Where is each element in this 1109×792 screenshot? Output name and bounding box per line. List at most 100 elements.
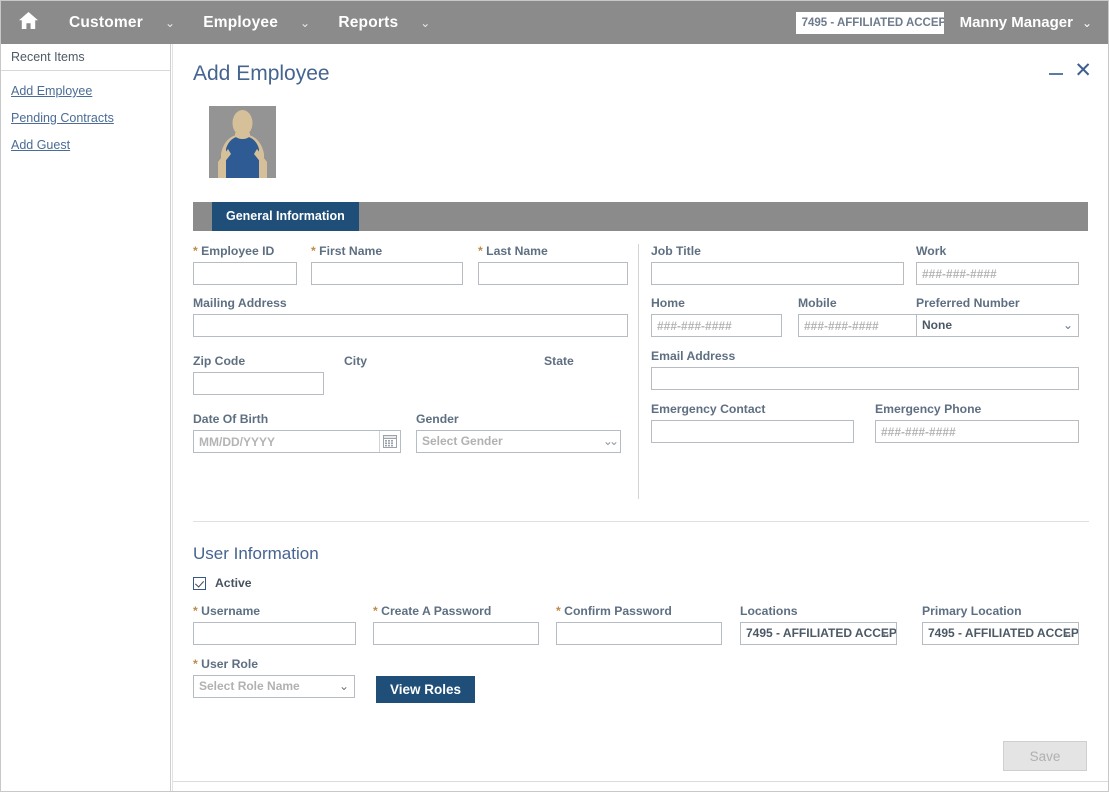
nav-item-employee[interactable]: Employee ⌄ — [189, 1, 324, 44]
input-emergency-phone[interactable] — [875, 420, 1079, 443]
field-date-of-birth: Date Of Birth — [193, 412, 401, 453]
input-create-password[interactable] — [373, 622, 539, 645]
content-panel: Add Employee ✕ General Information * Emp… — [172, 44, 1108, 791]
sidebar-item-pending-contracts[interactable]: Pending Contracts — [1, 111, 170, 125]
nav-item-reports[interactable]: Reports ⌄ — [324, 1, 444, 44]
label-state: State — [544, 354, 574, 368]
field-locations: Locations 7495 - AFFILIATED ACCEP ⌄ — [740, 604, 897, 650]
label-mobile-phone: Mobile — [798, 296, 837, 310]
input-first-name[interactable] — [311, 262, 463, 285]
tab-general-information[interactable]: General Information — [212, 202, 359, 231]
nav-item-customer[interactable]: Customer ⌄ — [55, 1, 189, 44]
window-controls: ✕ — [1049, 60, 1092, 81]
label-emergency-phone: Emergency Phone — [875, 402, 982, 416]
label-last-name: * Last Name — [478, 244, 548, 258]
select-preferred-number[interactable]: None — [916, 314, 1079, 337]
input-last-name[interactable] — [478, 262, 628, 285]
select-gender[interactable]: Select Gender — [416, 430, 621, 453]
footer-divider — [173, 781, 1108, 782]
avatar-person-icon — [209, 106, 276, 178]
date-of-birth-wrapper — [193, 430, 401, 453]
chevron-down-icon: ⌄ — [300, 15, 311, 30]
input-work-phone[interactable] — [916, 262, 1079, 285]
input-mobile-phone[interactable] — [798, 314, 929, 337]
section-divider — [193, 521, 1089, 522]
sidebar-item-add-employee[interactable]: Add Employee — [1, 84, 170, 98]
input-username[interactable] — [193, 622, 356, 645]
field-first-name: * First Name — [311, 244, 463, 285]
avatar[interactable] — [209, 106, 276, 178]
input-emergency-contact[interactable] — [651, 420, 854, 443]
label-username: * Username — [193, 604, 261, 618]
input-home-phone[interactable] — [651, 314, 782, 337]
field-email-address: Email Address — [651, 349, 1079, 390]
chevron-down-icon: ⌄ — [1081, 15, 1092, 30]
field-home-phone: Home — [651, 296, 782, 337]
checkbox-active[interactable]: Active — [193, 576, 252, 590]
select-locations[interactable]: 7495 - AFFILIATED ACCEP — [740, 622, 897, 645]
select-primary-location[interactable]: 7495 - AFFILIATED ACCEP — [922, 622, 1079, 645]
top-navigation-bar: Customer ⌄ Employee ⌄ Reports ⌄ 7495 - A… — [1, 1, 1108, 44]
field-state: State — [544, 354, 574, 372]
home-icon — [18, 11, 39, 35]
general-info-left-column: * Employee ID * First Name * Last Name M… — [189, 244, 639, 499]
label-home-phone: Home — [651, 296, 685, 310]
general-info-right-column: Job Title Work Home Mobile Preferred Num… — [651, 244, 1091, 499]
save-button[interactable]: Save — [1003, 741, 1087, 771]
input-date-of-birth[interactable] — [193, 430, 401, 453]
field-emergency-contact: Emergency Contact — [651, 402, 854, 443]
application-window: Customer ⌄ Employee ⌄ Reports ⌄ 7495 - A… — [0, 0, 1109, 792]
field-username: * Username — [193, 604, 356, 645]
sidebar-item-add-guest[interactable]: Add Guest — [1, 138, 170, 152]
chevron-down-icon: ⌄ — [420, 15, 431, 30]
input-confirm-password[interactable] — [556, 622, 722, 645]
gender-select-wrapper: Select Gender ⌄⌄ — [416, 430, 621, 453]
label-mailing-address: Mailing Address — [193, 296, 287, 310]
field-user-role: * User Role Select Role Name ⌄ — [193, 657, 355, 703]
chevron-down-icon: ⌄ — [164, 15, 176, 30]
label-city: City — [344, 354, 368, 368]
view-roles-button[interactable]: View Roles — [376, 676, 476, 703]
field-emergency-phone: Emergency Phone — [875, 402, 1079, 443]
label-zip-code: Zip Code — [193, 354, 246, 368]
section-title-user-information: User Information — [193, 544, 319, 563]
field-create-password: * Create A Password — [373, 604, 539, 645]
field-job-title: Job Title — [651, 244, 904, 285]
input-employee-id[interactable] — [193, 262, 297, 285]
field-preferred-number: Preferred Number None ⌄ — [916, 296, 1079, 342]
tab-strip: General Information — [193, 202, 1088, 231]
user-menu[interactable]: Manny Manager ⌄ — [960, 14, 1092, 31]
minimize-icon[interactable] — [1049, 64, 1064, 78]
calendar-icon[interactable] — [379, 431, 400, 452]
user-role-select-wrapper: Select Role Name ⌄ — [193, 675, 355, 698]
field-employee-id: * Employee ID — [193, 244, 297, 285]
sidebar-header: Recent Items — [1, 44, 170, 71]
label-primary-location: Primary Location — [922, 604, 1022, 618]
field-mailing-address: Mailing Address — [193, 296, 628, 337]
input-email-address[interactable] — [651, 367, 1079, 390]
select-user-role[interactable]: Select Role Name — [193, 675, 355, 698]
primary-location-select-wrapper: 7495 - AFFILIATED ACCEP ⌄ — [922, 622, 1079, 645]
field-confirm-password: * Confirm Password — [556, 604, 722, 645]
field-mobile-phone: Mobile — [798, 296, 929, 337]
field-work-phone: Work — [916, 244, 1079, 285]
nav-item-employee-label: Employee — [203, 13, 279, 31]
close-icon[interactable]: ✕ — [1074, 60, 1092, 81]
input-mailing-address[interactable] — [193, 314, 628, 337]
locations-select-wrapper: 7495 - AFFILIATED ACCEP ⌄ — [740, 622, 897, 645]
label-gender: Gender — [416, 412, 459, 426]
field-gender: Gender Select Gender ⌄⌄ — [416, 412, 621, 458]
label-confirm-password: * Confirm Password — [556, 604, 672, 618]
input-zip-code[interactable] — [193, 372, 324, 395]
label-date-of-birth: Date Of Birth — [193, 412, 269, 426]
active-location-field[interactable]: 7495 - AFFILIATED ACCEPT. — [795, 11, 944, 34]
label-locations: Locations — [740, 604, 798, 618]
preferred-number-select-wrapper: None ⌄ — [916, 314, 1079, 337]
input-job-title[interactable] — [651, 262, 904, 285]
label-work-phone: Work — [916, 244, 947, 258]
home-button[interactable] — [1, 1, 55, 44]
page-title: Add Employee — [193, 62, 330, 85]
label-preferred-number: Preferred Number — [916, 296, 1020, 310]
field-last-name: * Last Name — [478, 244, 628, 285]
label-first-name: * First Name — [311, 244, 383, 258]
